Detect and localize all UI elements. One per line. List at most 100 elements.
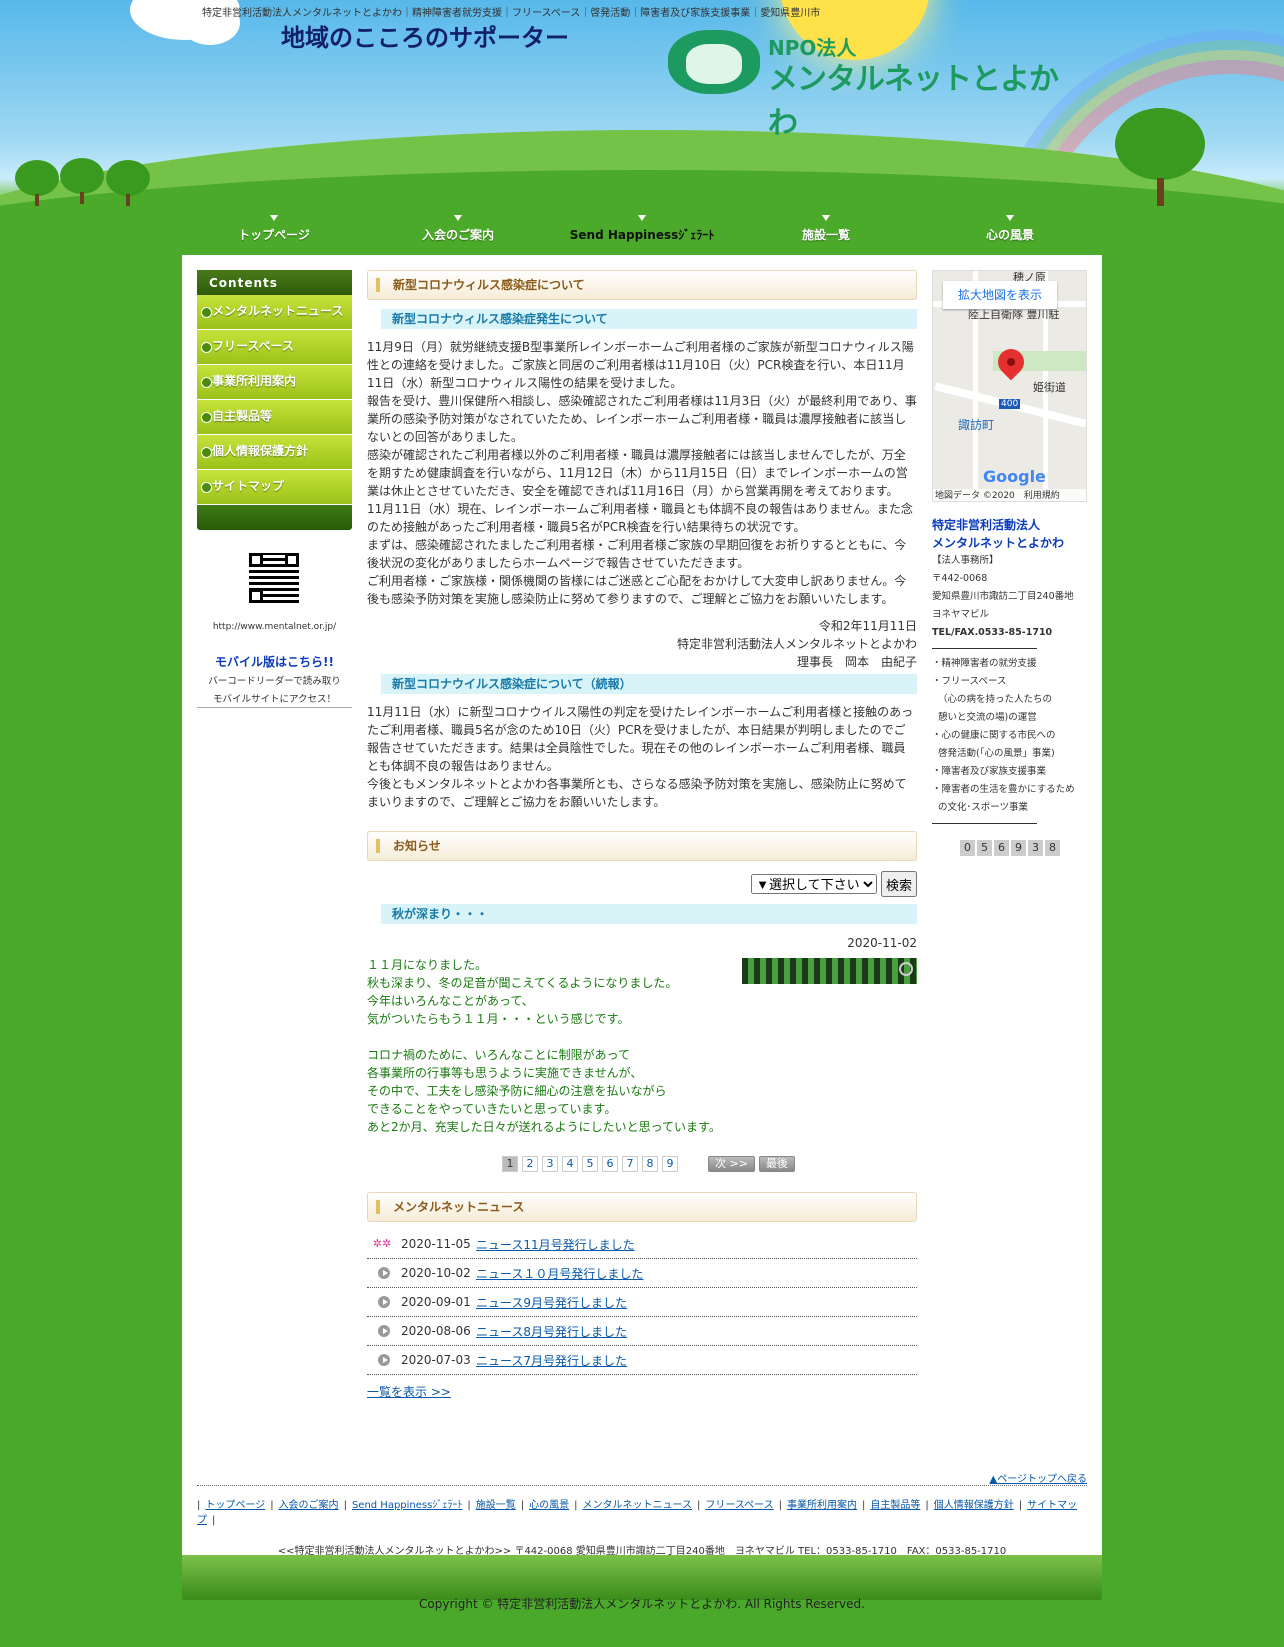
- footer-link-top[interactable]: トップページ: [205, 1500, 265, 1511]
- global-nav: トップページ 入会のご案内 Send Happinessｼﾞｪﾗｰﾄ 施設一覧 …: [182, 212, 1102, 246]
- footer-link-news[interactable]: メンタルネットニュース: [582, 1500, 692, 1511]
- notice-heading: お知らせ: [367, 831, 917, 861]
- page-8[interactable]: 8: [642, 1156, 658, 1172]
- covid-org: 特定非営利活動法人メンタルネットとよかわ: [676, 637, 917, 651]
- zoom-icon: [899, 962, 913, 976]
- footer-link-freespace[interactable]: フリースペース: [705, 1500, 773, 1511]
- gnav-facilities[interactable]: 施設一覧: [734, 212, 918, 246]
- service-item: ・精神障害者の就労支援: [932, 658, 1037, 669]
- list-item: 2020-10-02 ニュース１０月号発行しました: [367, 1259, 917, 1288]
- org-name-line2: メンタルネットとよかわ: [932, 536, 1065, 550]
- footer-link-office-guide[interactable]: 事業所利用案内: [787, 1500, 857, 1511]
- service-item: 啓発活動(「心の風景」事業): [938, 748, 1055, 759]
- news-date: 2020-10-02: [401, 1266, 471, 1280]
- page-1[interactable]: 1: [502, 1156, 518, 1172]
- counter-digit: 9: [1011, 840, 1026, 856]
- sidebar-item-privacy[interactable]: 個人情報保護方針: [197, 435, 352, 470]
- news-date: 2020-07-03: [401, 1353, 471, 1367]
- covid-followup-body: 11月11日（水）に新型コロナウイルス陽性の判定を受けたレインボーホームご利用者…: [367, 705, 914, 809]
- service-item: ・フリースペース: [932, 676, 1007, 687]
- post-date: 2020-11-02: [847, 936, 917, 950]
- gnav-kokoro[interactable]: 心の風景: [918, 212, 1102, 246]
- qr-code-icon: [249, 553, 299, 603]
- service-item: ・障害者及び家族支援事業: [932, 766, 1047, 777]
- covid-chair: 理事長 岡本 由紀子: [796, 655, 917, 669]
- sidebar-item-products[interactable]: 自主製品等: [197, 400, 352, 435]
- news-more-link[interactable]: 一覧を表示 >>: [367, 1383, 917, 1400]
- site-url: http://www.mentalnet.or.jp/: [212, 622, 337, 632]
- news-link[interactable]: ニュース9月号発行しました: [476, 1294, 627, 1311]
- footer-link-send-happiness[interactable]: Send Happinessｼﾞｪﾗｰﾄ: [352, 1500, 462, 1511]
- gnav-top[interactable]: トップページ: [182, 212, 366, 246]
- next-button[interactable]: 次 >>: [708, 1156, 755, 1172]
- map-label: 姫街道: [1033, 381, 1066, 394]
- map-pin-icon: [992, 343, 1030, 381]
- last-button[interactable]: 最後: [758, 1156, 795, 1172]
- sidebar-nav-footer: [197, 505, 352, 530]
- arrow-icon: [371, 1324, 393, 1338]
- news-date: 2020-08-06: [401, 1324, 471, 1338]
- map-widget[interactable]: 穂ノ原 陸上自衛隊 豊川駐 姫街道 諏訪町 400 拡大地図を表示 Google…: [932, 270, 1087, 502]
- news-link[interactable]: ニュース１０月号発行しました: [476, 1265, 643, 1282]
- news-link[interactable]: ニュース11月号発行しました: [476, 1236, 635, 1253]
- footer-grass-decoration: [182, 1555, 1102, 1600]
- page-4[interactable]: 4: [562, 1156, 578, 1172]
- covid-date: 令和2年11月11日: [818, 619, 917, 633]
- page-2[interactable]: 2: [522, 1156, 538, 1172]
- org-address: 愛知県豊川市諏訪二丁目240番地: [932, 591, 1074, 602]
- footer-link-privacy[interactable]: 個人情報保護方針: [934, 1500, 1014, 1511]
- mobile-desc-line1: バーコードリーダーで読み取り: [208, 676, 341, 687]
- counter-digit: 0: [960, 840, 975, 856]
- covid-body: 11月9日（月）就労継続支援B型事業所レインボーホームご利用者様のご家族が新型コ…: [367, 340, 917, 606]
- service-item: （心の病を持った人たちの: [938, 694, 1053, 705]
- map-footer: 地図データ ©2020 利用規約: [933, 489, 1086, 501]
- list-item: ✲✲ 2020-11-05 ニュース11月号発行しました: [367, 1230, 917, 1259]
- counter-digit: 5: [977, 840, 992, 856]
- news-heading: メンタルネットニュース: [367, 1192, 917, 1222]
- page-7[interactable]: 7: [622, 1156, 638, 1172]
- footer-link-join[interactable]: 入会のご案内: [279, 1500, 339, 1511]
- page-5[interactable]: 5: [582, 1156, 598, 1172]
- footer-link-kokoro[interactable]: 心の風景: [529, 1500, 569, 1511]
- service-item: ・障害者の生活を豊かにするため: [932, 784, 1075, 795]
- gnav-send-happiness[interactable]: Send Happinessｼﾞｪﾗｰﾄ: [550, 212, 734, 246]
- enlarge-map-link[interactable]: 拡大地図を表示: [943, 281, 1057, 309]
- logo-name: メンタルネットとよかわ: [768, 62, 1059, 141]
- org-tel: TEL/FAX.0533-85-1710: [932, 627, 1053, 638]
- org-name-line1: 特定非営利活動法人: [932, 518, 1041, 532]
- main-content: 新型コロナウィルス感染症について 新型コロナウィルス感染症発生について 11月9…: [367, 270, 917, 1400]
- page-3[interactable]: 3: [542, 1156, 558, 1172]
- counter-digit: 3: [1028, 840, 1043, 856]
- news-list: ✲✲ 2020-11-05 ニュース11月号発行しました 2020-10-02 ニュー…: [367, 1230, 917, 1375]
- list-item: 2020-08-06 ニュース8月号発行しました: [367, 1317, 917, 1346]
- search-button[interactable]: 検索: [880, 871, 917, 897]
- gnav-join[interactable]: 入会のご案内: [366, 212, 550, 246]
- org-zip: 〒442-0068: [932, 573, 988, 584]
- mobile-link[interactable]: モバイル版はこちら!!: [197, 653, 352, 670]
- page-9[interactable]: 9: [662, 1156, 678, 1172]
- news-link[interactable]: ニュース7月号発行しました: [476, 1352, 627, 1369]
- covid-heading: 新型コロナウィルス感染症について: [367, 270, 917, 300]
- sidebar-item-sitemap[interactable]: サイトマップ: [197, 470, 352, 505]
- left-sidebar: Contents メンタルネットニュース フリースペース 事業所利用案内 自主製…: [197, 270, 352, 708]
- service-item: 憩いと交流の場)の運営: [938, 712, 1037, 723]
- catchcopy: 地域のこころのサポーター: [281, 23, 569, 52]
- back-to-top-link[interactable]: ▲ページトップへ戻る: [990, 1470, 1088, 1485]
- footer-link-products[interactable]: 自主製品等: [870, 1500, 920, 1511]
- page-6[interactable]: 6: [602, 1156, 618, 1172]
- sidebar-item-office-guide[interactable]: 事業所利用案内: [197, 365, 352, 400]
- org-name: 特定非営利活動法人 メンタルネットとよかわ: [932, 516, 1087, 552]
- arrow-icon: [371, 1266, 393, 1280]
- news-link[interactable]: ニュース8月号発行しました: [476, 1323, 627, 1340]
- post-thumbnail[interactable]: [742, 958, 917, 984]
- site-logo[interactable]: NPO法人 メンタルネットとよかわ: [668, 28, 1068, 141]
- service-item: の文化･スポーツ事業: [938, 802, 1029, 813]
- org-office: 【法人事務所】: [932, 555, 999, 566]
- divider: [932, 823, 1037, 824]
- mobile-description: バーコードリーダーで読み取り モバイルサイトにアクセス！: [197, 673, 352, 709]
- sidebar-item-news[interactable]: メンタルネットニュース: [197, 295, 352, 330]
- sidebar-item-freespace[interactable]: フリースペース: [197, 330, 352, 365]
- logo-mark-icon: [668, 30, 760, 94]
- footer-link-facilities[interactable]: 施設一覧: [476, 1500, 516, 1511]
- category-select[interactable]: ▼選択して下さい: [751, 874, 878, 894]
